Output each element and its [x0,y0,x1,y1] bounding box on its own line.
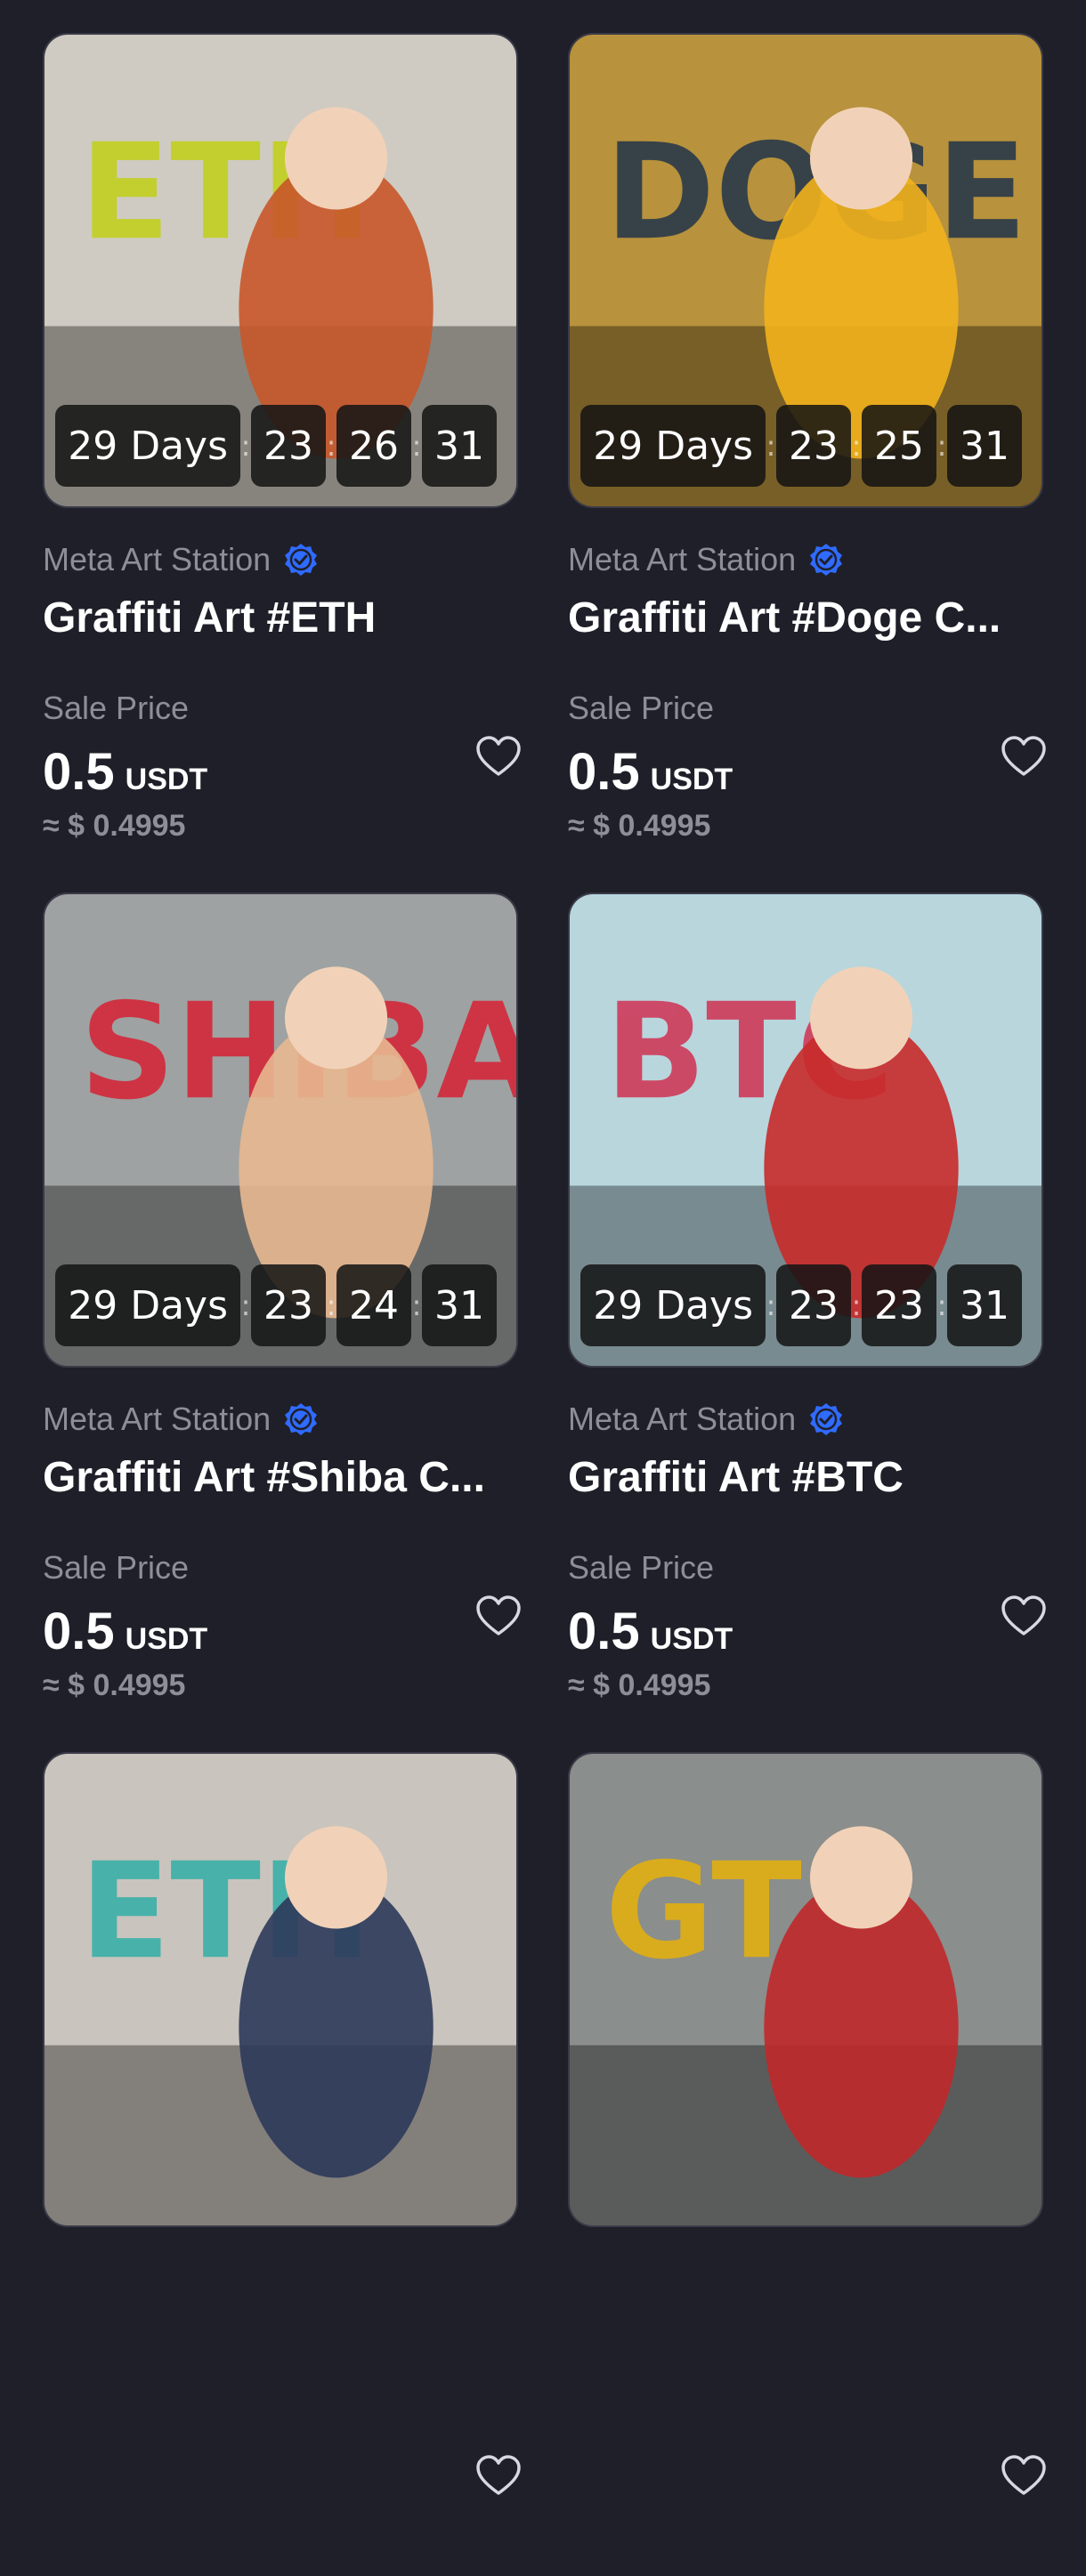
nft-thumbnail[interactable]: SHIBA 29 Days : 23 : 24 : 31 [43,892,518,1368]
countdown-minutes: 26 [336,405,411,487]
countdown-seconds: 31 [422,1264,497,1346]
nft-card[interactable]: ETH 29 Days : 23 : 26 : 31 Meta Art Stat… [43,33,521,857]
creator-row[interactable]: Meta Art Station [568,540,1043,579]
heart-icon[interactable] [999,2451,1049,2501]
countdown-hours: 23 [251,1264,326,1346]
creator-name: Meta Art Station [568,541,797,577]
price-amount: 0.5 [43,1603,115,1660]
countdown-timer: 29 Days : 23 : 23 : 31 [580,1264,1022,1346]
usd-equivalent: ≈ $ 0.4995 [568,809,711,843]
countdown-seconds: 31 [422,405,497,487]
verified-badge-icon [285,544,318,576]
nft-thumbnail[interactable]: ETH 29 Days : 23 : 26 : 31 [43,33,518,508]
countdown-days: 29 Days [55,405,240,487]
creator-name: Meta Art Station [568,1401,797,1437]
heart-icon[interactable] [474,1592,523,1642]
heart-icon[interactable] [474,2451,523,2501]
price-currency: USDT [650,1622,733,1656]
sale-price-label: Sale Price [568,690,715,726]
price: 0.5 USDT [43,1602,207,1661]
creator-name: Meta Art Station [43,541,272,577]
sale-price-label: Sale Price [43,690,190,726]
countdown-minutes: 24 [336,1264,411,1346]
verified-badge-icon [810,544,843,576]
creator-row[interactable]: Meta Art Station [568,1400,1043,1439]
nft-grid: ETH 29 Days : 23 : 26 : 31 Meta Art Stat… [43,33,1046,2576]
creator-row[interactable]: Meta Art Station [43,540,518,579]
usd-equivalent: ≈ $ 0.4995 [43,809,186,843]
price: 0.5 USDT [568,742,733,802]
price-currency: USDT [125,763,208,796]
verified-badge-icon [810,1403,843,1435]
price-currency: USDT [125,1622,208,1656]
nft-title[interactable]: Graffiti Art #Shiba C... [43,1451,518,1505]
nft-card[interactable]: DOGE 29 Days : 23 : 25 : 31 Meta Art Sta… [568,33,1046,857]
nft-card[interactable]: SHIBA 29 Days : 23 : 24 : 31 Meta Art St… [43,892,521,1716]
creator-row[interactable]: Meta Art Station [43,1400,518,1439]
countdown-days: 29 Days [580,405,766,487]
nft-card[interactable]: GT : : : [568,1752,1046,2576]
nft-title[interactable] [43,2311,518,2364]
sale-price-label [568,2409,1043,2448]
sale-price-label [43,2409,518,2448]
price-currency: USDT [650,763,733,796]
countdown-timer: 29 Days : 23 : 25 : 31 [580,405,1022,487]
countdown-seconds: 31 [947,1264,1022,1346]
nft-artwork: ETH [45,1754,516,2225]
sale-price-label: Sale Price [568,1549,715,1586]
countdown-minutes: 23 [862,1264,936,1346]
countdown-days: 29 Days [580,1264,766,1346]
nft-title[interactable]: Graffiti Art #ETH [43,592,518,645]
sale-price-label: Sale Price [43,1549,190,1586]
usd-equivalent: ≈ $ 0.4995 [43,1668,186,1702]
nft-card[interactable]: BTC 29 Days : 23 : 23 : 31 Meta Art Stat… [568,892,1046,1716]
countdown-days: 29 Days [55,1264,240,1346]
countdown-hours: 23 [776,405,851,487]
countdown-timer: 29 Days : 23 : 24 : 31 [55,1264,497,1346]
usd-equivalent: ≈ $ 0.4995 [568,1668,711,1702]
nft-thumbnail[interactable]: DOGE 29 Days : 23 : 25 : 31 [568,33,1043,508]
nft-title[interactable]: Graffiti Art #Doge C... [568,592,1043,645]
nft-thumbnail[interactable]: GT : : : [568,1752,1043,2227]
creator-name: Meta Art Station [43,1401,272,1437]
price-amount: 0.5 [43,743,115,801]
price: 0.5 USDT [568,1602,733,1661]
artwork-graffiti-text: GT [605,1835,802,1989]
price-amount: 0.5 [568,743,640,801]
verified-badge-icon [285,1403,318,1435]
price: 0.5 USDT [43,742,207,802]
countdown-hours: 23 [251,405,326,487]
nft-thumbnail[interactable]: BTC 29 Days : 23 : 23 : 31 [568,892,1043,1368]
heart-icon[interactable] [999,1592,1049,1642]
countdown-hours: 23 [776,1264,851,1346]
nft-title[interactable]: Graffiti Art #BTC [568,1451,1043,1505]
nft-artwork: GT [570,1754,1041,2225]
nft-card[interactable]: ETH : : : [43,1752,521,2576]
nft-thumbnail[interactable]: ETH : : : [43,1752,518,2227]
nft-title[interactable] [568,2311,1043,2364]
heart-icon[interactable] [999,732,1049,782]
heart-icon[interactable] [474,732,523,782]
countdown-timer: 29 Days : 23 : 26 : 31 [55,405,497,487]
countdown-minutes: 25 [862,405,936,487]
countdown-seconds: 31 [947,405,1022,487]
price-amount: 0.5 [568,1603,640,1660]
